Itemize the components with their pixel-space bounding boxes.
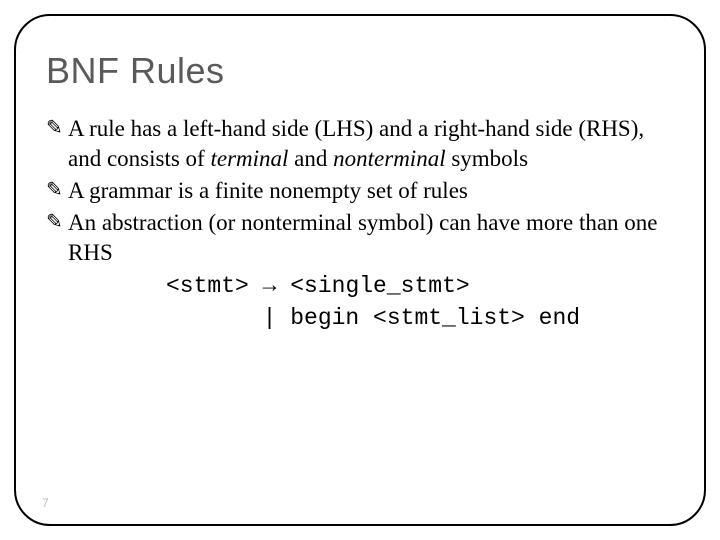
italic-text: nonterminal (333, 146, 445, 171)
slide-body: ✎ A rule has a left-hand side (LHS) and … (46, 114, 674, 334)
bullet-text: A grammar is a finite nonempty set of ru… (68, 176, 674, 206)
bullet-icon: ✎ (46, 114, 68, 174)
bullet-item: ✎ A rule has a left-hand side (LHS) and … (46, 114, 674, 174)
text-segment: and (288, 146, 333, 171)
page-number: 7 (42, 496, 49, 510)
bullet-item: ✎ A grammar is a finite nonempty set of … (46, 176, 674, 206)
bullet-item: ✎ An abstraction (or nonterminal symbol)… (46, 208, 674, 268)
slide: BNF Rules ✎ A rule has a left-hand side … (0, 0, 720, 540)
code-block: <stmt> → <single_stmt> | begin <stmt_lis… (166, 271, 674, 333)
code-segment: | begin <stmt_list> end (166, 305, 580, 331)
arrow-icon: → (263, 273, 277, 299)
code-segment: <stmt> (166, 273, 263, 299)
slide-title: BNF Rules (46, 50, 674, 92)
bullet-text: An abstraction (or nonterminal symbol) c… (68, 208, 674, 268)
slide-frame: BNF Rules ✎ A rule has a left-hand side … (14, 14, 706, 526)
text-segment: symbols (446, 146, 528, 171)
bullet-icon: ✎ (46, 176, 68, 206)
bullet-text: A rule has a left-hand side (LHS) and a … (68, 114, 674, 174)
code-segment: <single_stmt> (276, 273, 469, 299)
bullet-icon: ✎ (46, 208, 68, 268)
italic-text: terminal (210, 146, 288, 171)
